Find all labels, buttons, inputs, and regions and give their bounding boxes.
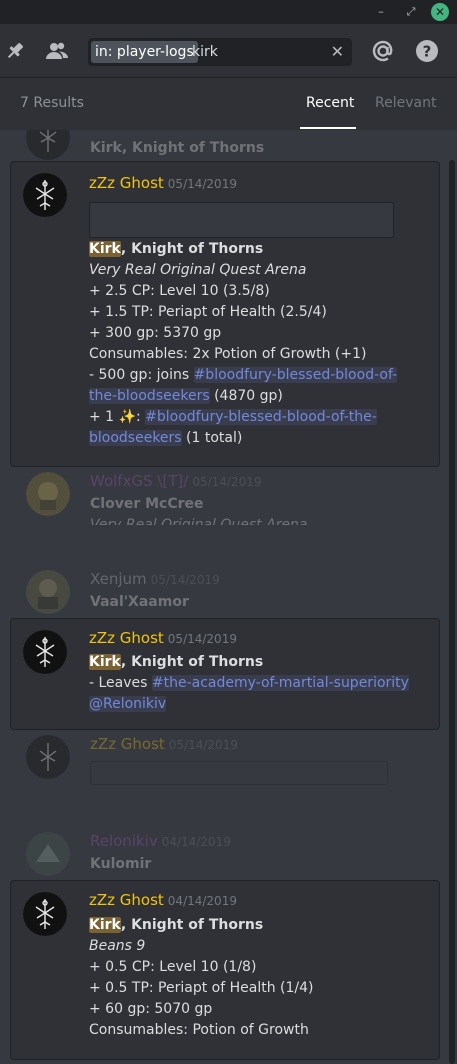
message-author[interactable]: zZz Ghost 05/14/2019 <box>89 174 237 192</box>
search-result-card[interactable]: zZz Ghost 05/14/2019 Kirk, Knight of Thor… <box>10 618 440 730</box>
tab-relevant[interactable]: Relevant <box>375 95 436 111</box>
avatar <box>23 892 67 936</box>
search-results-bar: 7 Results Recent Relevant <box>0 79 457 129</box>
context-message: zZz Ghost 05/14/2019 <box>0 735 445 795</box>
avatar <box>26 735 70 779</box>
search-filter-chip[interactable]: in: player-logs <box>91 41 198 63</box>
avatar <box>26 472 70 516</box>
message-timestamp: 05/14/2019 <box>167 632 237 646</box>
maximize-button[interactable]: ⤢ <box>402 3 420 21</box>
search-highlight: Kirk <box>89 654 121 670</box>
message-timestamp: 04/14/2019 <box>167 894 237 908</box>
search-highlight: Kirk <box>89 917 121 933</box>
search-input[interactable]: kirk <box>192 42 218 62</box>
clear-search-icon[interactable]: ✕ <box>331 41 344 63</box>
search-results-list[interactable]: Kirk, Knight of Thorns zZz Ghost 05/14/20… <box>0 130 457 1064</box>
context-message: WolfxGS \[T]/05/14/2019 Clover McCree Ve… <box>0 472 445 528</box>
channel-mention[interactable]: #the-academy-of-martial-superiority <box>151 675 409 691</box>
channel-mention[interactable]: #bloodfury-blessed-blood-of- <box>193 367 398 383</box>
help-icon[interactable]: ? <box>414 38 440 64</box>
pin-icon[interactable] <box>2 38 28 64</box>
message-timestamp: 05/14/2019 <box>167 177 237 191</box>
avatar <box>26 832 70 876</box>
message-content: Kirk, Knight of Thorns Very Real Origina… <box>89 241 398 446</box>
sparkles-emoji-icon: ✨ <box>118 409 136 425</box>
message-author[interactable]: zZz Ghost 04/14/2019 <box>89 891 237 909</box>
avatar <box>23 173 67 217</box>
channel-header: in: player-logs kirk ✕ ? <box>0 24 457 78</box>
minimize-button[interactable]: – <box>372 3 390 21</box>
at-icon[interactable] <box>370 38 396 64</box>
embed-placeholder <box>89 202 394 238</box>
title-bar: – ⤢ ✕ <box>0 0 457 24</box>
search-highlight: Kirk <box>89 241 121 257</box>
close-window-button[interactable]: ✕ <box>431 3 449 21</box>
context-message: Kirk, Knight of Thorns <box>0 130 445 160</box>
results-count: 7 Results <box>20 95 84 111</box>
avatar <box>23 630 67 674</box>
user-mention[interactable]: @Relonikiv <box>89 696 167 712</box>
context-line: Kirk, Knight of Thorns <box>90 140 265 156</box>
active-tab-indicator <box>300 127 356 129</box>
avatar <box>26 130 70 160</box>
channel-mention[interactable]: #bloodfury-blessed-blood-of-the- <box>145 409 377 425</box>
context-message: Xenjum 05/14/2019 Vaal'Xaamor <box>0 570 445 614</box>
search-box[interactable]: in: player-logs kirk ✕ <box>88 38 352 66</box>
scrollbar-thumb[interactable] <box>449 160 455 950</box>
search-result-card[interactable]: zZz Ghost 04/14/2019 Kirk, Knight of Thor… <box>10 880 440 1060</box>
search-result-card[interactable]: zZz Ghost 05/14/2019 Kirk, Knight of Thor… <box>10 161 440 467</box>
channel-mention[interactable]: the-bloodseekers <box>89 388 210 404</box>
svg-text:?: ? <box>423 43 432 61</box>
avatar <box>26 570 70 614</box>
members-icon[interactable] <box>44 38 70 64</box>
context-message: Relonikiv 04/14/2019 Kulomir <box>0 832 445 876</box>
message-content: Kirk, Knight of Thorns Beans 9 + 0.5 CP:… <box>89 917 314 1038</box>
message-author[interactable]: zZz Ghost 05/14/2019 <box>89 629 237 647</box>
message-content: Kirk, Knight of Thorns - Leaves #the-aca… <box>89 654 409 712</box>
tab-recent[interactable]: Recent <box>306 95 354 111</box>
channel-mention[interactable]: bloodseekers <box>89 430 182 446</box>
scrollbar[interactable] <box>449 160 455 1064</box>
